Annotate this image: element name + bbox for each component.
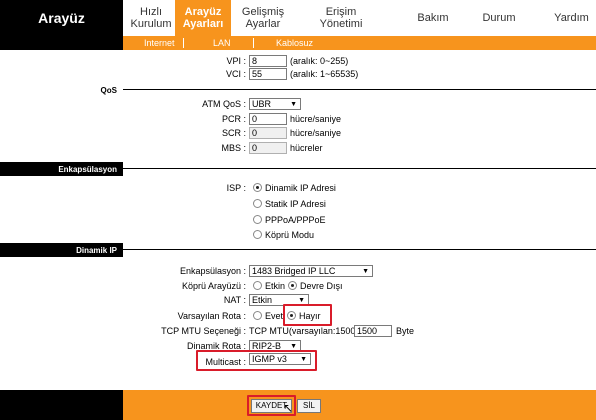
multicast-label: Multicast : <box>205 357 246 367</box>
subtab-wireless[interactable]: Kablosuz <box>276 36 313 50</box>
pcr-unit: hücre/saniye <box>290 114 342 124</box>
tcp-mtu-label: TCP MTU Seçeneği : <box>161 326 246 336</box>
tab-maintenance[interactable]: Bakım <box>411 0 455 36</box>
isp-option-bridge-mode: Köprü Modu <box>265 230 315 240</box>
subnav-separator <box>253 38 254 48</box>
subtab-internet[interactable]: Internet <box>144 36 175 50</box>
tab-status[interactable]: Durum <box>475 0 523 36</box>
bridge-radio-disabled[interactable] <box>288 281 297 290</box>
delete-button[interactable]: SİL <box>297 399 321 413</box>
dynamic-ip-divider <box>123 249 596 250</box>
tab-quick-setup[interactable]: Hızlı Kurulum <box>127 0 175 36</box>
subtab-lan[interactable]: LAN <box>213 36 231 50</box>
vpi-range: (aralık: 0~255) <box>290 56 349 66</box>
vpi-label: VPI : <box>226 56 246 66</box>
vpi-input[interactable]: 8 <box>249 55 287 67</box>
tcp-mtu-input[interactable]: 1500 <box>354 325 392 337</box>
default-route-label: Varsayılan Rota : <box>177 311 246 321</box>
atm-qos-label: ATM QoS : <box>202 99 246 109</box>
encapsulation-type-select[interactable]: 1483 Bridged IP LLC ▼ <box>249 265 373 277</box>
scr-input[interactable]: 0 <box>249 127 287 139</box>
nat-label: NAT : <box>223 295 246 305</box>
encapsulation-divider <box>123 168 596 169</box>
chevron-down-icon: ▼ <box>362 268 369 275</box>
chevron-down-icon: ▼ <box>300 356 307 363</box>
top-nav: Hızlı Kurulum Arayüz Ayarları Gelişmiş Ayar… <box>123 0 596 36</box>
isp-option-static-ip: Statik IP Adresi <box>265 199 326 209</box>
vci-input[interactable]: 55 <box>249 68 287 80</box>
qos-section-label: QoS <box>100 85 117 95</box>
scr-label: SCR : <box>221 128 246 138</box>
bridge-interface-label: Köprü Arayüzü : <box>181 281 246 291</box>
dynamic-ip-section-label: Dinamik IP <box>0 243 123 257</box>
subnav-separator <box>183 38 184 48</box>
default-route-option-yes: Evet <box>265 311 284 321</box>
isp-radio-dynamic-ip[interactable] <box>253 183 262 192</box>
bridge-option-disabled: Devre Dışı <box>300 281 343 291</box>
mbs-unit: hücreler <box>290 143 323 153</box>
footer-left-filler <box>0 390 123 420</box>
pcr-input[interactable]: 0 <box>249 113 287 125</box>
tab-help[interactable]: Yardım <box>547 0 596 36</box>
isp-option-pppoa-pppoe: PPPoA/PPPoE <box>265 215 326 225</box>
encapsulation-section-label: Enkapsülasyon <box>0 162 123 176</box>
mouse-cursor-icon: ↖ <box>283 401 294 415</box>
subnav-left-filler <box>0 36 123 50</box>
sub-nav: Internet LAN Kablosuz <box>123 36 596 50</box>
tcp-mtu-default-text: TCP MTU(varsayılan:1500) <box>249 326 359 336</box>
isp-option-dynamic-ip: Dinamik IP Adresi <box>265 183 336 193</box>
app-logo: Arayüz <box>0 0 123 36</box>
scr-unit: hücre/saniye <box>290 128 342 138</box>
tab-access-management[interactable]: Erişim Yönetimi <box>311 0 371 36</box>
default-route-option-no: Hayır <box>299 311 321 321</box>
pcr-label: PCR : <box>221 114 246 124</box>
tcp-mtu-unit: Byte <box>396 326 415 336</box>
mbs-input[interactable]: 0 <box>249 142 287 154</box>
atm-qos-select[interactable]: UBR ▼ <box>249 98 301 110</box>
vci-label: VCI : <box>225 69 246 79</box>
tab-advanced-settings[interactable]: Gelişmiş Ayarlar <box>235 0 291 36</box>
multicast-select[interactable]: IGMP v3 ▼ <box>249 353 311 365</box>
bridge-radio-enabled[interactable] <box>253 281 262 290</box>
isp-radio-pppoa-pppoe[interactable] <box>253 215 262 224</box>
isp-radio-static-ip[interactable] <box>253 199 262 208</box>
mbs-label: MBS : <box>221 143 246 153</box>
isp-label: ISP : <box>226 183 246 193</box>
vci-range: (aralık: 1~65535) <box>290 69 359 79</box>
default-route-radio-no[interactable] <box>287 311 296 320</box>
bridge-option-enabled: Etkin <box>265 281 286 291</box>
qos-divider <box>123 89 596 90</box>
isp-radio-bridge-mode[interactable] <box>253 230 262 239</box>
default-route-radio-yes[interactable] <box>253 311 262 320</box>
encapsulation-type-label: Enkapsülasyon : <box>179 266 246 276</box>
tab-interface-settings[interactable]: Arayüz Ayarları <box>175 0 231 36</box>
chevron-down-icon: ▼ <box>290 101 297 108</box>
